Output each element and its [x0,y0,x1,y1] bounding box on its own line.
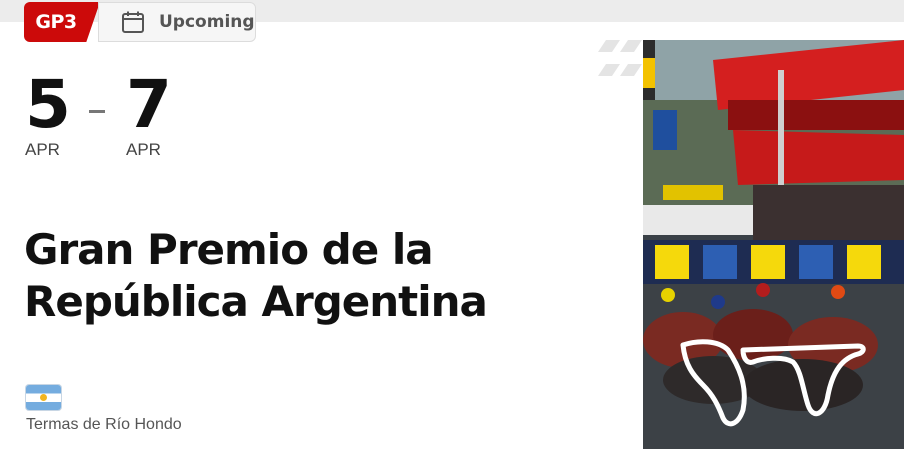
argentina-flag-icon [26,385,61,410]
round-label: GP3 [35,11,77,33]
event-title-line-1: Gran Premio de la [24,225,434,274]
start-date: 5 APR [25,66,71,160]
event-location: Termas de Río Hondo [26,416,182,433]
calendar-icon [122,11,144,33]
race-start-image [643,40,904,449]
start-day: 5 [25,66,71,143]
status-pill: Upcoming [98,2,256,42]
event-title-line-2: República Argentina [24,277,488,326]
end-day: 7 [126,66,172,143]
start-month: APR [25,140,60,159]
end-date: 7 APR [126,66,172,160]
event-title[interactable]: Gran Premio de la República Argentina [24,224,584,328]
event-photo[interactable] [643,40,904,449]
date-separator [89,110,105,113]
status-label: Upcoming [159,12,255,32]
end-month: APR [126,140,161,159]
decorative-stripes [598,40,642,76]
